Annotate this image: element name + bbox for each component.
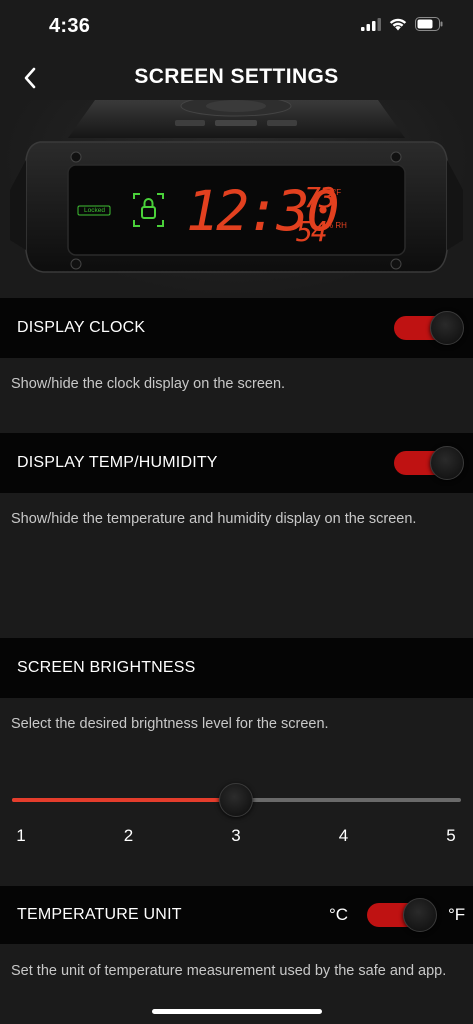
display-temp-label: DISPLAY TEMP/HUMIDITY xyxy=(17,454,218,471)
temperature-unit-readout: °F xyxy=(333,188,342,197)
display-clock-description: Show/hide the clock display on the scree… xyxy=(11,376,286,392)
brightness-level-1[interactable]: 1 xyxy=(16,826,25,846)
device-preview-image: Locked 12:30 73 °F 54 % RH xyxy=(0,100,473,298)
fahrenheit-label[interactable]: °F xyxy=(448,905,465,925)
brightness-level-labels: 1 2 3 4 5 xyxy=(0,826,473,848)
wifi-icon xyxy=(389,18,407,30)
temperature-readout: 73 xyxy=(304,181,336,214)
brightness-slider-thumb[interactable] xyxy=(219,783,253,817)
bottom-safe-area xyxy=(0,990,473,1024)
display-temp-row: DISPLAY TEMP/HUMIDITY xyxy=(0,433,473,493)
brightness-slider[interactable] xyxy=(12,783,461,817)
cellular-signal-icon xyxy=(361,17,381,31)
display-temp-description: Show/hide the temperature and humidity d… xyxy=(11,511,417,527)
humidity-readout: 54 xyxy=(296,215,328,248)
brightness-level-2[interactable]: 2 xyxy=(124,826,133,846)
brightness-level-4[interactable]: 4 xyxy=(339,826,348,846)
screen-brightness-description: Select the desired brightness level for … xyxy=(11,716,329,732)
screen-brightness-label: SCREEN BRIGHTNESS xyxy=(17,659,196,676)
page-title: SCREEN SETTINGS xyxy=(134,65,339,88)
home-indicator[interactable] xyxy=(152,1009,322,1014)
brightness-slider-fill xyxy=(12,798,236,802)
status-icons xyxy=(361,17,443,31)
celsius-label[interactable]: °C xyxy=(329,905,348,925)
display-temp-toggle[interactable] xyxy=(394,446,464,480)
status-bar: 4:36 xyxy=(0,0,473,52)
brightness-level-5[interactable]: 5 xyxy=(446,826,455,846)
temperature-unit-toggle[interactable] xyxy=(367,898,437,932)
display-clock-toggle[interactable] xyxy=(394,311,464,345)
humidity-unit-readout: % RH xyxy=(326,221,347,230)
status-time: 4:36 xyxy=(49,15,91,37)
screen-brightness-row: SCREEN BRIGHTNESS xyxy=(0,638,473,698)
temperature-unit-label: TEMPERATURE UNIT xyxy=(17,906,182,923)
brightness-level-3[interactable]: 3 xyxy=(231,826,240,846)
display-clock-label: DISPLAY CLOCK xyxy=(17,319,146,336)
temperature-unit-row: TEMPERATURE UNIT °C °F xyxy=(0,886,473,944)
locked-badge-label: Locked xyxy=(84,207,105,214)
temperature-unit-description: Set the unit of temperature measurement … xyxy=(11,963,447,979)
battery-icon xyxy=(415,17,443,31)
nav-bar: SCREEN SETTINGS xyxy=(0,52,473,104)
display-clock-row: DISPLAY CLOCK xyxy=(0,298,473,358)
